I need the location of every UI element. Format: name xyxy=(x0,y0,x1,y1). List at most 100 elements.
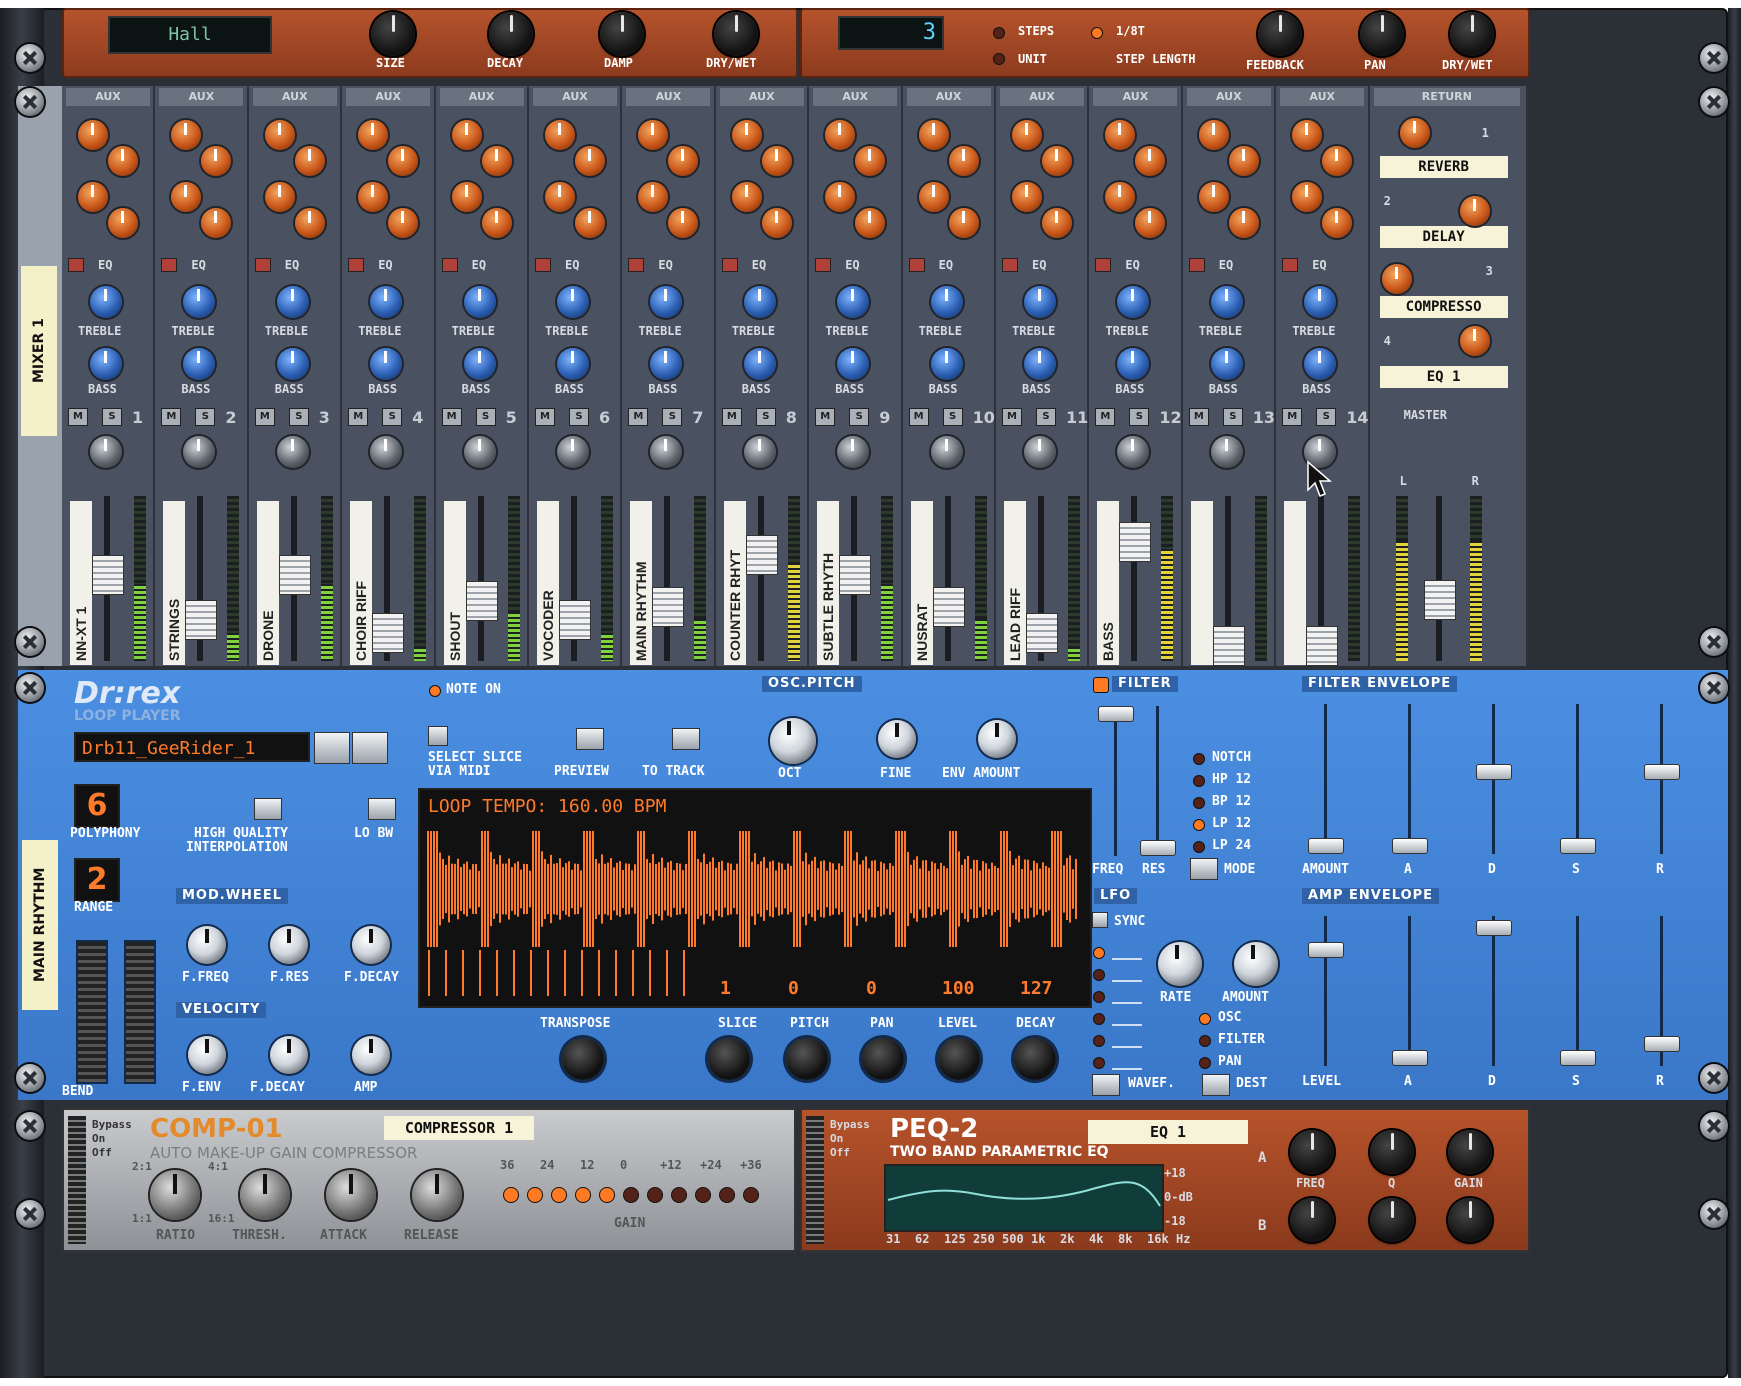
aux-send-knob[interactable] xyxy=(108,146,138,176)
band-b-q-knob[interactable] xyxy=(1370,1198,1414,1242)
channel-fader[interactable] xyxy=(559,600,591,640)
aux-send-knob[interactable] xyxy=(668,146,699,176)
treble-knob[interactable] xyxy=(276,286,309,318)
lfo-sync-button[interactable] xyxy=(1092,912,1108,928)
channel-fader[interactable] xyxy=(1306,626,1339,666)
channel-fader[interactable] xyxy=(652,587,685,627)
lfo-waveform-button[interactable] xyxy=(1092,1074,1120,1096)
aux-send-knob[interactable] xyxy=(1198,182,1229,212)
channel-fader[interactable] xyxy=(932,587,965,627)
bass-knob[interactable] xyxy=(1024,348,1056,380)
filter-env-slider[interactable] xyxy=(1560,838,1596,854)
solo-button[interactable]: S xyxy=(662,408,683,426)
aux-send-knob[interactable] xyxy=(201,146,232,176)
mute-button[interactable]: M xyxy=(1282,408,1303,426)
bass-knob[interactable] xyxy=(837,348,870,380)
bass-knob[interactable] xyxy=(463,348,496,380)
channel-name-label[interactable] xyxy=(1284,501,1307,665)
bass-knob[interactable] xyxy=(743,348,776,380)
bass-knob[interactable] xyxy=(1117,348,1150,380)
aux-send-knob[interactable] xyxy=(545,182,575,212)
solo-button[interactable]: S xyxy=(569,408,589,426)
pan-knob[interactable] xyxy=(1117,436,1150,468)
solo-button[interactable]: S xyxy=(1036,408,1056,426)
bass-knob[interactable] xyxy=(90,348,122,380)
mute-button[interactable]: M xyxy=(68,408,88,426)
mute-button[interactable]: M xyxy=(441,408,462,426)
aux-send-knob[interactable] xyxy=(855,146,886,176)
eq-enable-button[interactable] xyxy=(721,258,738,272)
solo-button[interactable]: S xyxy=(1129,408,1150,426)
mod-wheel[interactable] xyxy=(124,940,156,1084)
bass-knob[interactable] xyxy=(650,348,683,380)
eq-enable-button[interactable] xyxy=(1095,258,1112,272)
comp-release-knob[interactable] xyxy=(412,1170,462,1220)
treble-knob[interactable] xyxy=(557,286,589,318)
solo-button[interactable]: S xyxy=(849,408,870,426)
channel-fader[interactable] xyxy=(1119,522,1152,562)
hq-interpolation-button[interactable] xyxy=(254,798,282,820)
channel-name-label[interactable]: LEAD RIFF xyxy=(1004,501,1026,665)
lfo-wave-led[interactable] xyxy=(1094,948,1104,958)
pan-knob[interactable] xyxy=(183,436,216,468)
aux-send-knob[interactable] xyxy=(201,208,232,238)
mute-button[interactable]: M xyxy=(908,408,929,426)
reverb-decay-knob[interactable] xyxy=(489,12,533,56)
comp-attack-knob[interactable] xyxy=(326,1170,376,1220)
treble-knob[interactable] xyxy=(90,286,122,318)
aux-send-knob[interactable] xyxy=(78,182,108,212)
channel-fader[interactable] xyxy=(1026,613,1058,653)
aux-send-knob[interactable] xyxy=(78,120,108,150)
channel-name-label[interactable]: MAIN RHYTHM xyxy=(630,501,653,665)
channel-fader[interactable] xyxy=(1212,626,1245,666)
eq-enable-button[interactable] xyxy=(628,258,645,272)
solo-button[interactable]: S xyxy=(102,408,122,426)
return-name-tape[interactable]: REVERB xyxy=(1379,156,1508,178)
aux-send-knob[interactable] xyxy=(575,208,605,238)
lfo-dest-led[interactable] xyxy=(1200,1036,1210,1046)
solo-button[interactable]: S xyxy=(195,408,216,426)
eq-enable-button[interactable] xyxy=(161,258,178,272)
lfo-wave-led[interactable] xyxy=(1094,1036,1104,1046)
aux-send-knob[interactable] xyxy=(481,146,512,176)
eq-enable-button[interactable] xyxy=(254,258,271,272)
eq-enable-button[interactable] xyxy=(908,258,925,272)
lfo-wave-led[interactable] xyxy=(1094,1014,1104,1024)
aux-send-knob[interactable] xyxy=(388,146,419,176)
bass-knob[interactable] xyxy=(930,348,963,380)
band-b-freq-knob[interactable] xyxy=(1290,1198,1334,1242)
return-name-tape[interactable]: DELAY xyxy=(1379,226,1508,248)
oct-knob[interactable] xyxy=(770,718,816,764)
peq-name-tape[interactable]: EQ 1 xyxy=(1088,1120,1248,1144)
aux-send-knob[interactable] xyxy=(825,120,856,150)
pan-knob[interactable] xyxy=(862,1038,904,1080)
mod-fdecay-knob[interactable] xyxy=(352,926,390,964)
aux-send-knob[interactable] xyxy=(1042,208,1072,238)
delay-drywet-knob[interactable] xyxy=(1450,12,1494,56)
eq-enable-button[interactable] xyxy=(348,258,365,272)
lfo-dest-led[interactable] xyxy=(1200,1014,1210,1024)
aux-send-knob[interactable] xyxy=(1135,146,1166,176)
treble-knob[interactable] xyxy=(837,286,870,318)
pitch-knob[interactable] xyxy=(786,1038,828,1080)
filter-enable-button[interactable] xyxy=(1094,678,1108,692)
band-b-gain-knob[interactable] xyxy=(1448,1198,1492,1242)
aux-send-knob[interactable] xyxy=(638,182,669,212)
mute-button[interactable]: M xyxy=(161,408,182,426)
bass-knob[interactable] xyxy=(370,348,403,380)
aux-send-knob[interactable] xyxy=(1292,120,1323,150)
channel-name-label[interactable]: VOCODER xyxy=(537,501,559,665)
comp-ratio-knob[interactable] xyxy=(150,1170,200,1220)
aux-send-knob[interactable] xyxy=(638,120,669,150)
comp-thresh-knob[interactable] xyxy=(240,1170,290,1220)
delay-time-led[interactable] xyxy=(1092,28,1102,38)
aux-send-knob[interactable] xyxy=(451,182,482,212)
eq-enable-button[interactable] xyxy=(68,258,84,272)
eq-enable-button[interactable] xyxy=(1282,258,1299,272)
solo-button[interactable]: S xyxy=(475,408,496,426)
channel-fader[interactable] xyxy=(278,554,311,595)
treble-knob[interactable] xyxy=(650,286,683,318)
mute-button[interactable]: M xyxy=(1188,408,1209,426)
treble-knob[interactable] xyxy=(743,286,776,318)
aux-send-knob[interactable] xyxy=(731,182,762,212)
